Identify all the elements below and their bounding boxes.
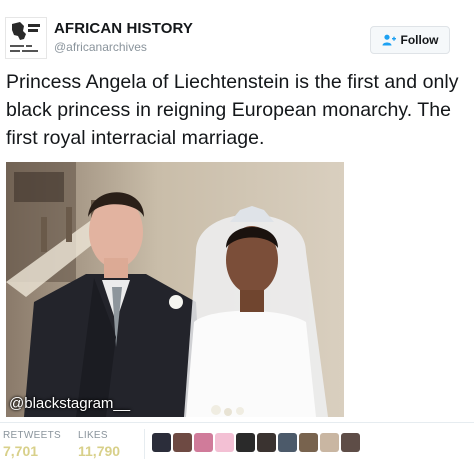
tweet-photo[interactable]: @blackstagram__ [6,162,344,417]
liker-avatar[interactable] [152,433,171,452]
tweet-header: AFRICAN HISTORY @africanarchives Follow [0,0,474,62]
follow-label: Follow [400,33,439,47]
african-history-logo-icon [6,18,46,58]
liker-avatar[interactable] [194,433,213,452]
photo-watermark: @blackstagram__ [9,395,131,412]
likes-count: 11,790 [78,443,121,459]
account-handle[interactable]: @africanarchives [54,40,147,54]
liker-avatar[interactable] [278,433,297,452]
liker-avatars [152,433,360,452]
likes-stat[interactable]: LIKES 11,790 [78,430,120,459]
stats-divider [144,429,145,459]
liker-avatar[interactable] [299,433,318,452]
wedding-photo-image [6,162,344,417]
likes-label: LIKES [78,430,108,441]
account-name[interactable]: AFRICAN HISTORY [54,20,193,37]
tweet-text: Princess Angela of Liechtenstein is the … [6,71,459,149]
retweets-count: 7,701 [3,443,39,459]
liker-avatar[interactable] [173,433,192,452]
liker-avatar[interactable] [215,433,234,452]
tweet-stats: RETWEETS 7,701 LIKES 11,790 [0,422,474,465]
liker-avatar[interactable] [341,433,360,452]
follow-button[interactable]: Follow [370,26,450,54]
retweets-label: RETWEETS [3,430,61,441]
account-avatar[interactable] [5,17,47,59]
add-user-icon [382,34,396,46]
liker-avatar[interactable] [257,433,276,452]
liker-avatar[interactable] [236,433,255,452]
retweets-stat[interactable]: RETWEETS 7,701 [3,430,61,459]
liker-avatar[interactable] [320,433,339,452]
